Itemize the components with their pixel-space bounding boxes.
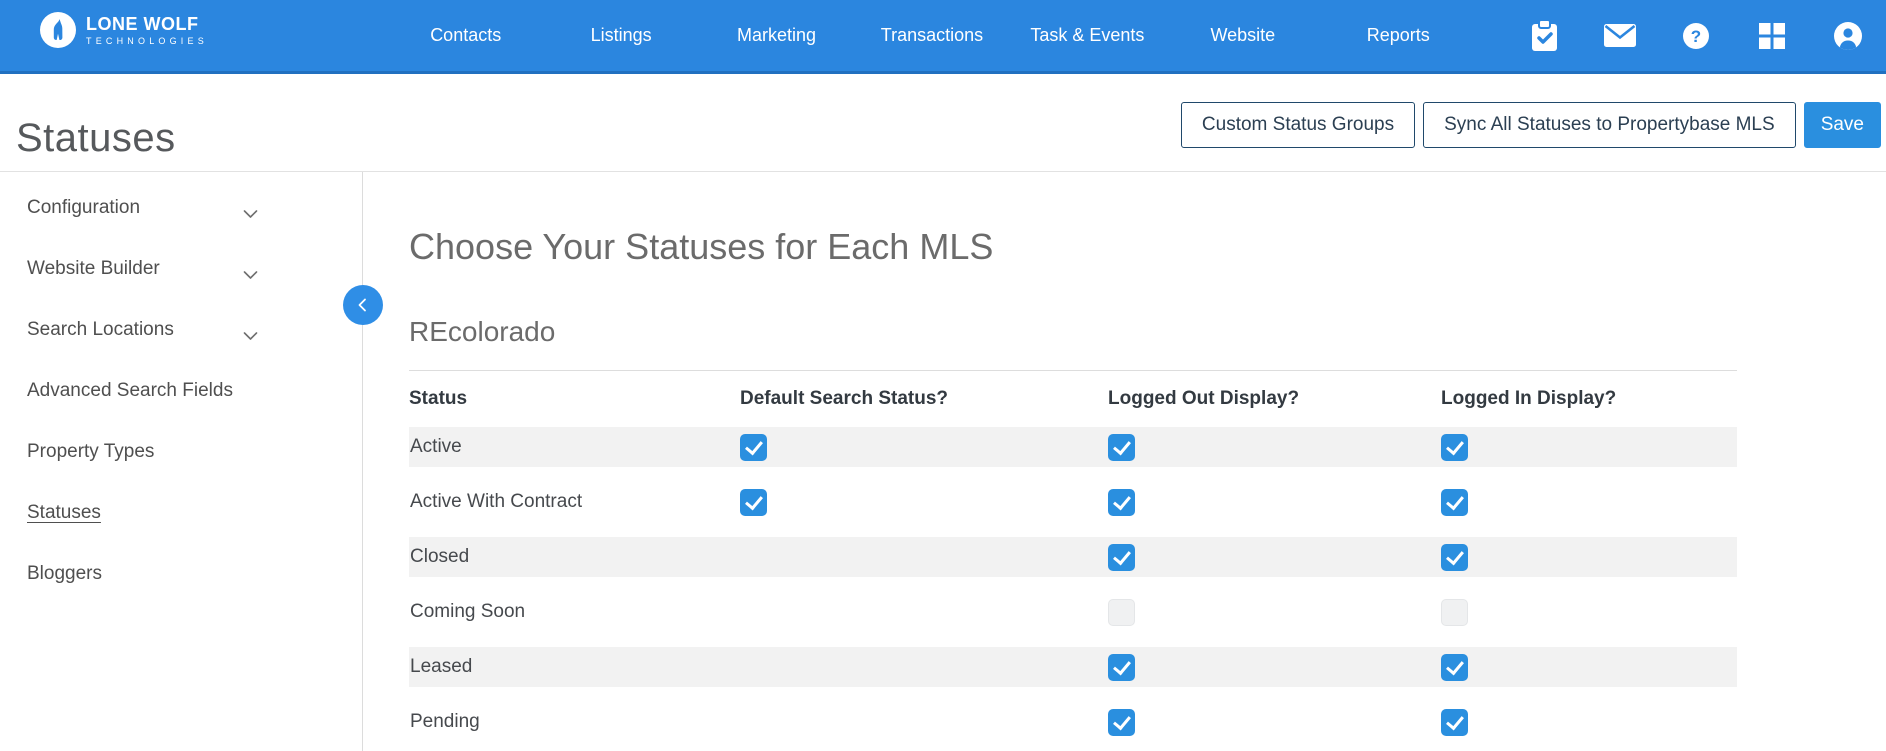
- page-title: Statuses: [16, 116, 176, 160]
- status-label: Leased: [410, 656, 473, 677]
- statuses-table: Status Default Search Status? Logged Out D…: [409, 370, 1737, 742]
- lone-wolf-logo: LONE WOLF TECHNOLOGIES: [40, 12, 208, 48]
- nav-link-transactions[interactable]: Transactions: [854, 0, 1009, 71]
- page-header: Statuses Custom Status Groups Sync All St…: [0, 74, 1886, 172]
- help-icon[interactable]: ?: [1658, 0, 1734, 71]
- column-header-default-search-status: Default Search Status?: [740, 388, 948, 409]
- nav-link-marketing[interactable]: Marketing: [699, 0, 854, 71]
- logged-in-checkbox[interactable]: [1441, 653, 1468, 681]
- svg-text:?: ?: [1691, 27, 1701, 46]
- top-navbar: LONE WOLF TECHNOLOGIES Contacts Listings M…: [0, 0, 1886, 74]
- cell-default-search: [740, 488, 1108, 516]
- logged-out-checkbox[interactable]: [1108, 433, 1135, 461]
- status-row-coming-soon: Coming Soon: [409, 592, 1737, 632]
- status-row-pending: Pending: [409, 702, 1737, 742]
- mls-name-heading: REcolorado: [409, 316, 556, 347]
- sidebar-item-configuration[interactable]: Configuration: [0, 177, 362, 238]
- nav-action-icons: ?: [1506, 0, 1886, 71]
- cell-logged-out: [1108, 708, 1441, 736]
- logged-out-checkbox[interactable]: [1108, 708, 1135, 736]
- sidebar-collapse-button[interactable]: [343, 285, 383, 325]
- sidebar-item-bloggers[interactable]: Bloggers: [0, 543, 362, 604]
- logged-in-checkbox[interactable]: [1441, 543, 1468, 571]
- status-label: Coming Soon: [410, 601, 526, 622]
- sidebar-item-label: Property Types: [27, 440, 155, 462]
- nav-link-contacts[interactable]: Contacts: [388, 0, 543, 71]
- apps-grid-icon[interactable]: [1734, 0, 1810, 71]
- sidebar-item-label: Configuration: [27, 196, 141, 218]
- nav-links: Contacts Listings Marketing Transactions Tas…: [388, 0, 1476, 71]
- brand-name: LONE WOLF: [86, 13, 199, 34]
- cell-logged-in: [1441, 488, 1737, 516]
- chevron-down-icon: [243, 203, 258, 225]
- nav-link-listings[interactable]: Listings: [543, 0, 698, 71]
- section-heading: Choose Your Statuses for Each MLS: [409, 226, 994, 267]
- cell-logged-in: [1441, 543, 1737, 571]
- tasks-clipboard-icon[interactable]: [1506, 0, 1582, 71]
- sidebar-item-label: Search Locations: [27, 318, 174, 340]
- column-header-logged-in-display: Logged In Display?: [1441, 388, 1617, 409]
- default-search-checkbox[interactable]: [740, 433, 767, 461]
- brand-subname: TECHNOLOGIES: [86, 35, 208, 46]
- cell-logged-out: [1108, 433, 1441, 461]
- cell-logged-out: [1108, 598, 1441, 626]
- sidebar-item-advanced-search-fields[interactable]: Advanced Search Fields: [0, 360, 362, 421]
- cell-logged-out: [1108, 653, 1441, 681]
- cell-logged-in: [1441, 653, 1737, 681]
- nav-link-website[interactable]: Website: [1165, 0, 1320, 71]
- cell-logged-out: [1108, 543, 1441, 571]
- cell-default-search: [740, 433, 1108, 461]
- settings-sidebar: Configuration Website Builder Search Locat…: [0, 172, 363, 751]
- header-actions: Custom Status Groups Sync All Statuses to…: [1180, 102, 1881, 148]
- logged-in-checkbox[interactable]: [1441, 708, 1468, 736]
- logged-out-checkbox[interactable]: [1108, 488, 1135, 516]
- status-row-active: Active: [409, 427, 1737, 467]
- default-search-checkbox[interactable]: [740, 488, 767, 516]
- cell-logged-in: [1441, 598, 1737, 626]
- main-content: Choose Your Statuses for Each MLS REcolo…: [364, 172, 1886, 751]
- sidebar-item-statuses[interactable]: Statuses: [0, 482, 362, 543]
- sidebar-item-label: Website Builder: [27, 257, 160, 279]
- column-header-status: Status: [409, 388, 468, 409]
- sidebar-item-label: Advanced Search Fields: [27, 379, 233, 401]
- chevron-left-icon: [358, 298, 366, 312]
- cell-logged-in: [1441, 433, 1737, 461]
- logged-out-checkbox[interactable]: [1108, 543, 1135, 571]
- status-row-closed: Closed: [409, 537, 1737, 577]
- logged-in-checkbox[interactable]: [1441, 598, 1468, 626]
- save-button[interactable]: Save: [1803, 102, 1881, 148]
- page: LONE WOLF TECHNOLOGIES Contacts Listings M…: [0, 0, 1886, 751]
- table-body: Active Active With Contract Closed Coming S…: [409, 427, 1737, 742]
- logged-in-checkbox[interactable]: [1441, 433, 1468, 461]
- sidebar-item-search-locations[interactable]: Search Locations: [0, 299, 362, 360]
- status-label: Pending: [410, 711, 480, 732]
- status-row-leased: Leased: [409, 647, 1737, 687]
- mail-envelope-icon[interactable]: [1582, 0, 1658, 71]
- status-row-active-with-contract: Active With Contract: [409, 482, 1737, 522]
- status-label: Active: [410, 436, 462, 457]
- logged-out-checkbox[interactable]: [1108, 598, 1135, 626]
- account-icon[interactable]: [1810, 0, 1886, 71]
- wolf-logo-icon: [40, 12, 76, 48]
- cell-logged-out: [1108, 488, 1441, 516]
- nav-link-task-events[interactable]: Task & Events: [1010, 0, 1165, 71]
- custom-status-groups-button[interactable]: Custom Status Groups: [1180, 102, 1416, 148]
- nav-link-reports[interactable]: Reports: [1321, 0, 1476, 71]
- logged-out-checkbox[interactable]: [1108, 653, 1135, 681]
- sidebar-item-label: Bloggers: [27, 562, 102, 584]
- table-header-row: Status Default Search Status? Logged Out D…: [409, 371, 1737, 427]
- column-header-logged-out-display: Logged Out Display?: [1108, 388, 1300, 409]
- status-label: Closed: [410, 546, 470, 567]
- logged-in-checkbox[interactable]: [1441, 488, 1468, 516]
- status-label: Active With Contract: [410, 491, 583, 512]
- sidebar-item-label: Statuses: [27, 501, 101, 523]
- chevron-down-icon: [243, 264, 258, 286]
- sync-all-statuses-to-propertybase-mls-button[interactable]: Sync All Statuses to Propertybase MLS: [1423, 102, 1796, 148]
- chevron-down-icon: [243, 325, 258, 347]
- sidebar-item-property-types[interactable]: Property Types: [0, 421, 362, 482]
- cell-logged-in: [1441, 708, 1737, 736]
- sidebar-item-website-builder[interactable]: Website Builder: [0, 238, 362, 299]
